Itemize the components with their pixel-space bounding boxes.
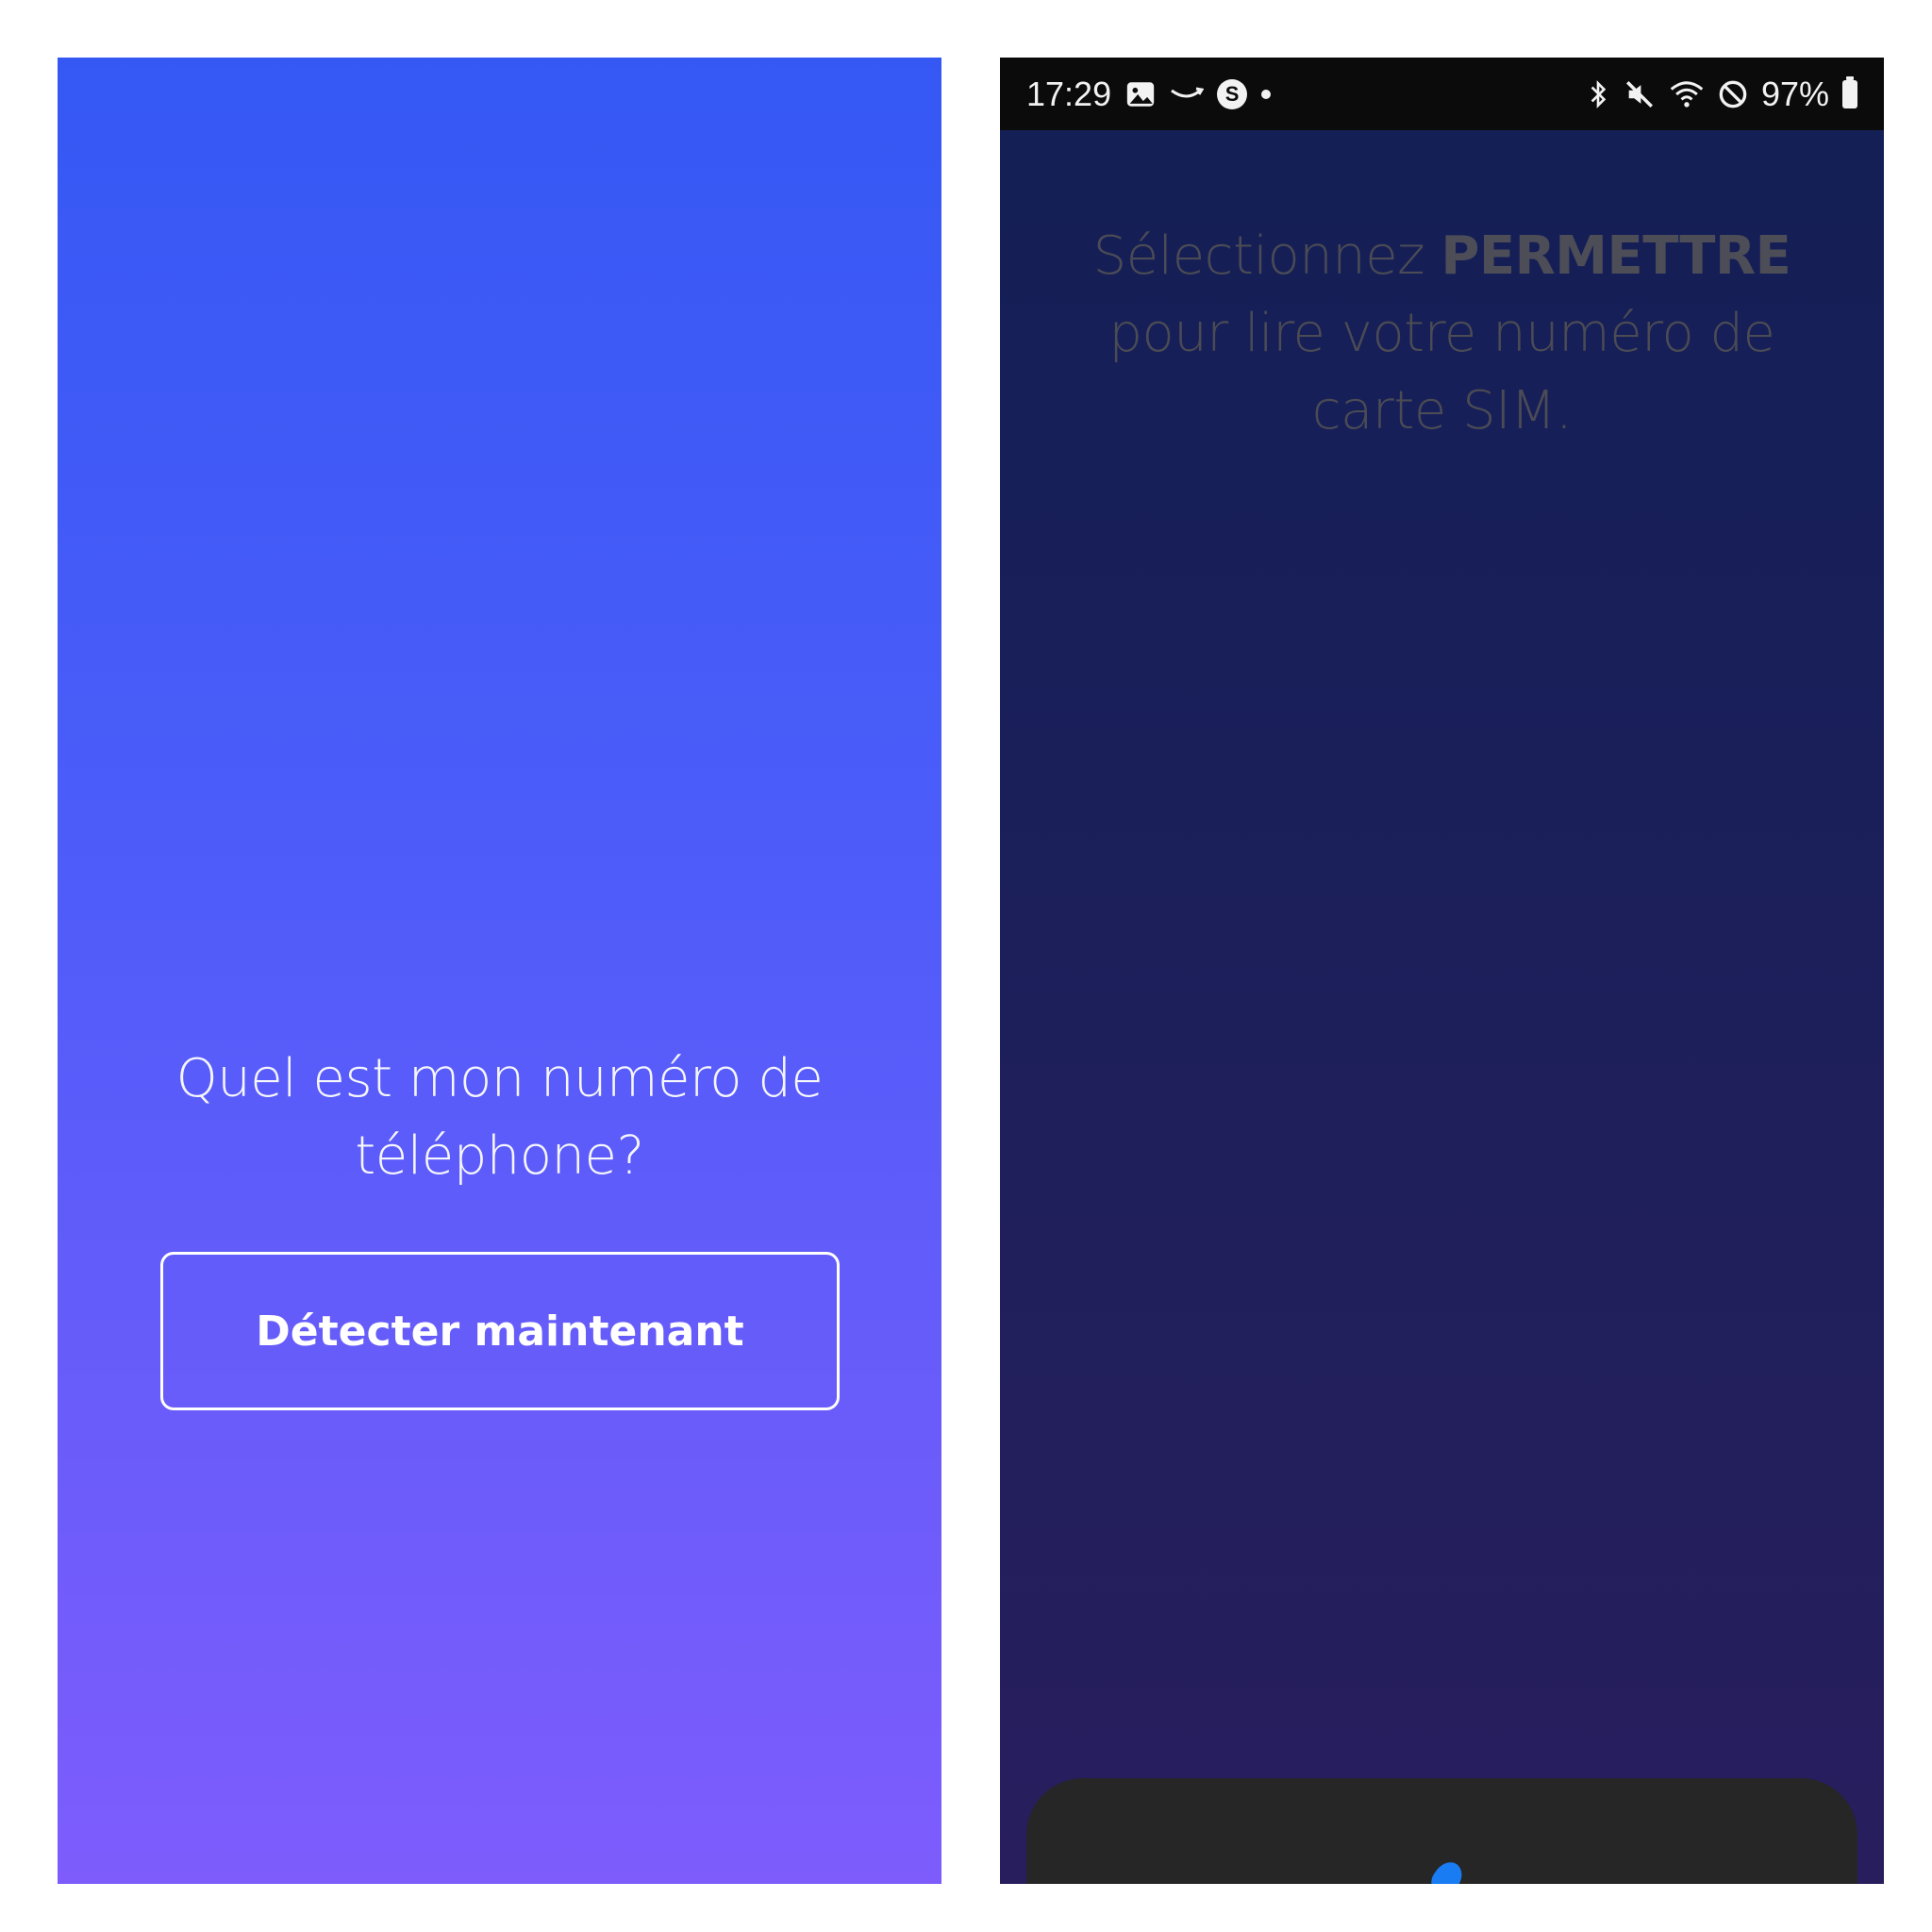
status-bar: 17:29 S 97% xyxy=(1000,58,1884,130)
detect-now-button[interactable]: Détecter maintenant xyxy=(160,1252,840,1410)
status-bar-right: 97% xyxy=(1586,75,1857,114)
instruction-text-start: Sélectionnez xyxy=(1092,225,1441,287)
battery-percent: 97% xyxy=(1760,74,1829,113)
phone-detect-screen: Quel est mon numéro de téléphone? Détect… xyxy=(58,58,941,1884)
wifi-icon xyxy=(1669,75,1705,113)
phone-number-question: Quel est mon numéro de téléphone? xyxy=(175,1048,824,1187)
skype-letter: S xyxy=(1217,78,1248,109)
battery-icon xyxy=(1842,75,1857,113)
mute-icon xyxy=(1624,75,1656,113)
do-not-disturb-icon xyxy=(1718,75,1748,113)
amazon-icon xyxy=(1170,75,1205,113)
skype-icon: S xyxy=(1217,75,1248,113)
gallery-icon xyxy=(1124,75,1157,113)
bluetooth-icon xyxy=(1586,75,1610,113)
loading-spinner-icon xyxy=(1426,1857,1468,1884)
status-time: 17:29 xyxy=(1026,74,1112,113)
instruction-text-end: pour lire votre numéro de carte SIM. xyxy=(1108,303,1775,441)
permission-instruction: Sélectionnez PERMETTRE pour lire votre n… xyxy=(1057,218,1827,450)
status-bar-left: 17:29 S xyxy=(1026,75,1272,114)
notification-dot-icon xyxy=(1260,75,1272,113)
permission-bottom-sheet xyxy=(1026,1778,1857,1884)
permission-screen: 17:29 S 97% Sélectionnez PERMETTRE pour … xyxy=(1000,58,1884,1884)
instruction-allow-keyword: PERMETTRE xyxy=(1441,225,1791,287)
